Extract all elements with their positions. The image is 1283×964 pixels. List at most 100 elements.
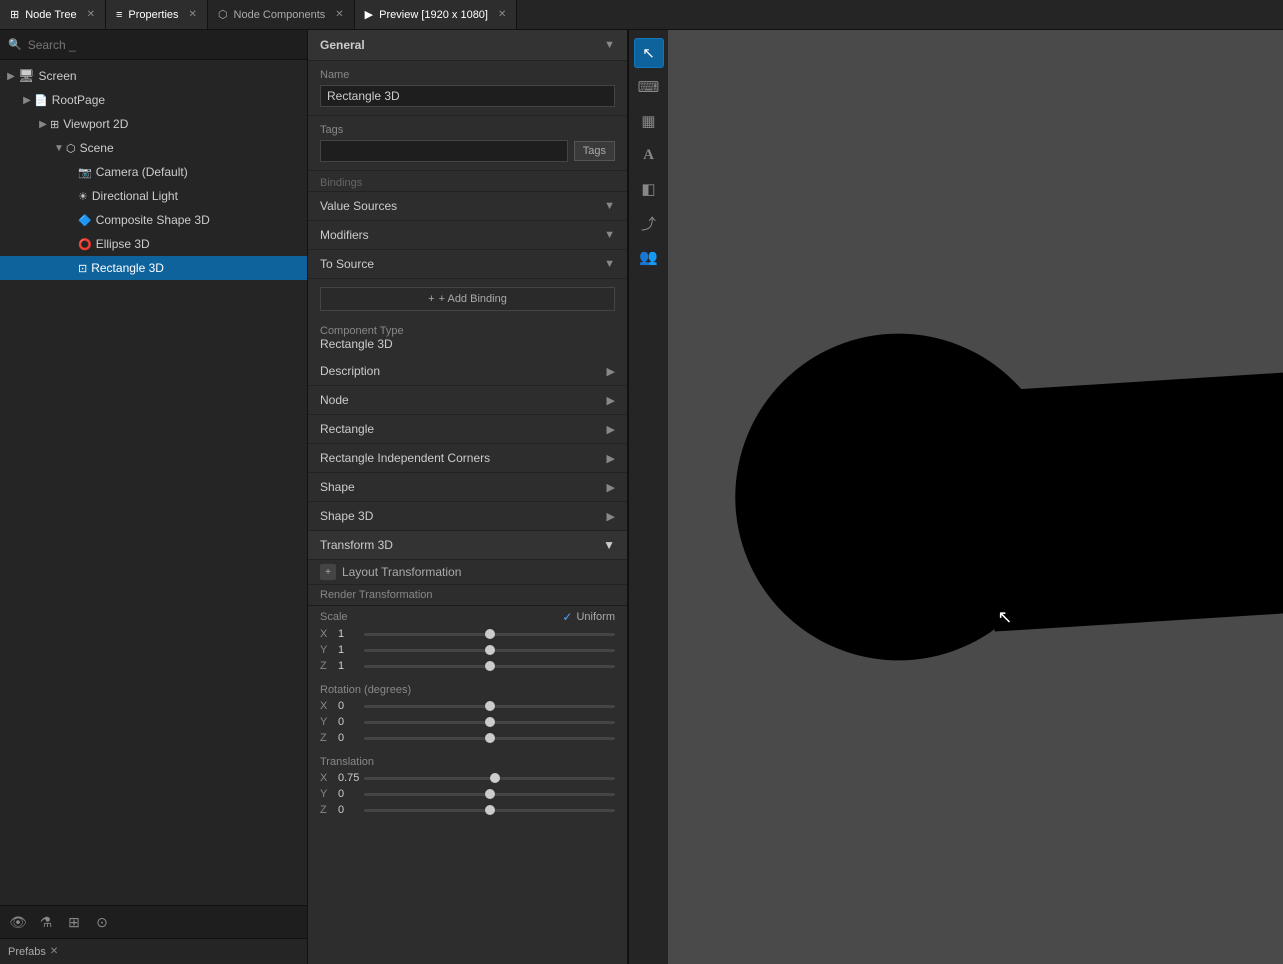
tree-item-rootpage[interactable]: ▶ 📄 RootPage — [0, 88, 307, 112]
rotation-y-val: 0 — [338, 716, 358, 728]
layout-transformation-label: Layout Transformation — [342, 565, 461, 579]
shape-row[interactable]: Shape ▶ — [308, 473, 627, 502]
modifiers-row[interactable]: Modifiers ▼ — [308, 221, 627, 250]
tab-node-components-close[interactable]: ✕ — [335, 9, 343, 20]
rectangle-row[interactable]: Rectangle ▶ — [308, 415, 627, 444]
scale-x-slider[interactable] — [364, 633, 615, 636]
search-input[interactable] — [28, 38, 299, 52]
left-panel-toolbar: 👁 ⚗ ⊞ ⊙ — [0, 905, 307, 938]
render-transformation-label: Render Transformation — [308, 585, 627, 606]
transform3d-label: Transform 3D — [320, 538, 393, 552]
translation-z-slider[interactable] — [364, 809, 615, 812]
scale-z-row: Z 1 — [308, 658, 627, 674]
shape-3d-row[interactable]: Shape 3D ▶ — [308, 502, 627, 531]
viewport2d-icon: ⊞ — [50, 118, 59, 131]
value-sources-row[interactable]: Value Sources ▼ — [308, 192, 627, 221]
scene-icon: ⬡ — [66, 142, 76, 155]
rectangle-independent-corners-label: Rectangle Independent Corners — [320, 451, 490, 465]
properties-icon: ≡ — [116, 9, 122, 21]
shape-arrow: ▶ — [607, 481, 615, 494]
rotation-x-slider[interactable] — [364, 705, 615, 708]
tags-btn[interactable]: Tags — [574, 141, 615, 161]
scale-y-label: Y — [320, 644, 332, 656]
rotation-y-slider[interactable] — [364, 721, 615, 724]
scale-y-val: 1 — [338, 644, 358, 656]
prefabs-tab[interactable]: Prefabs ✕ — [8, 946, 58, 958]
general-section-header[interactable]: General ▼ — [308, 30, 627, 61]
to-source-row[interactable]: To Source ▼ — [308, 250, 627, 279]
rectangle-label: Rectangle — [320, 422, 374, 436]
scale-y-slider[interactable] — [364, 649, 615, 652]
tab-node-tree-close[interactable]: ✕ — [87, 9, 95, 20]
node-row[interactable]: Node ▶ — [308, 386, 627, 415]
scale-label: Scale — [320, 611, 348, 623]
keyboard-tool-btn[interactable]: ⌨ — [634, 72, 664, 102]
uniform-check[interactable]: ✓ Uniform — [562, 610, 615, 624]
layout-transformation-btn[interactable]: + — [320, 564, 336, 580]
tree-item-rectangle-3d[interactable]: ⊡ Rectangle 3D — [0, 256, 307, 280]
tree-item-camera[interactable]: 📷 Camera (Default) — [0, 160, 307, 184]
search-bar: 🔍 — [0, 30, 307, 60]
rotation-label: Rotation (degrees) — [308, 678, 627, 698]
properties-scroll[interactable]: General ▼ Name Tags Tags Bindings — [308, 30, 627, 964]
table-tool-btn[interactable]: ▦ — [634, 106, 664, 136]
tree-item-screen[interactable]: ▶ 🖥 Screen — [0, 64, 307, 88]
shape-3d-label: Shape 3D — [320, 509, 373, 523]
tree-label-ellipse-3d: Ellipse 3D — [96, 237, 150, 251]
node-components-icon: ⬡ — [218, 8, 228, 21]
settings-btn[interactable]: ⊙ — [90, 910, 114, 934]
component-type-value: Rectangle 3D — [320, 337, 615, 351]
prefabs-close[interactable]: ✕ — [50, 946, 58, 957]
tree-label-rootpage: RootPage — [52, 93, 105, 107]
add-binding-btn[interactable]: + + Add Binding — [320, 287, 615, 311]
translation-x-val: 0.75 — [338, 772, 358, 784]
preview-svg — [668, 30, 1283, 964]
tree-item-scene[interactable]: ▼ ⬡ Scene — [0, 136, 307, 160]
tab-properties[interactable]: ≡ Properties ✕ — [106, 0, 208, 29]
translation-x-slider[interactable] — [364, 777, 615, 780]
composite-shape-3d-icon: 🔷 — [78, 214, 92, 227]
tab-properties-label: Properties — [128, 9, 178, 21]
rotation-z-slider[interactable] — [364, 737, 615, 740]
name-input[interactable] — [320, 85, 615, 107]
filter-btn[interactable]: ⚗ — [34, 910, 58, 934]
transform3d-header[interactable]: Transform 3D ▼ — [308, 531, 627, 560]
tree-item-composite-shape-3d[interactable]: 🔷 Composite Shape 3D — [0, 208, 307, 232]
tab-preview[interactable]: ▶ Preview [1920 x 1080] ✕ — [355, 0, 518, 29]
prefabs-label: Prefabs — [8, 946, 46, 958]
share-tool-btn[interactable]: ⤴ — [634, 208, 664, 238]
modifiers-label: Modifiers — [320, 228, 369, 242]
rotation-y-label: Y — [320, 716, 332, 728]
translation-label: Translation — [308, 750, 627, 770]
tree-item-ellipse-3d[interactable]: ⭕ Ellipse 3D — [0, 232, 307, 256]
rectangle-3d-icon: ⊡ — [78, 262, 87, 275]
rotation-y-row: Y 0 — [308, 714, 627, 730]
scale-z-slider[interactable] — [364, 665, 615, 668]
to-source-arrow: ▼ — [604, 258, 615, 270]
layers-tool-btn[interactable]: ◧ — [634, 174, 664, 204]
visibility-toggle-btn[interactable]: 👁 — [6, 910, 30, 934]
translation-y-slider[interactable] — [364, 793, 615, 796]
tags-input[interactable] — [320, 140, 568, 162]
tree-item-directional-light[interactable]: ☀ Directional Light — [0, 184, 307, 208]
tab-bar: ⊞ Node Tree ✕ ≡ Properties ✕ ⬡ Node Comp… — [0, 0, 1283, 30]
tab-node-components-label: Node Components — [234, 9, 326, 21]
tree-arrow-screen: ▶ — [4, 71, 18, 82]
tree-label-screen: Screen — [39, 69, 77, 83]
tab-preview-close[interactable]: ✕ — [498, 9, 506, 20]
text-tool-btn[interactable]: A — [634, 140, 664, 170]
users-tool-btn[interactable]: 👥 — [634, 242, 664, 272]
tab-node-components[interactable]: ⬡ Node Components ✕ — [208, 0, 355, 29]
rectangle-independent-corners-row[interactable]: Rectangle Independent Corners ▶ — [308, 444, 627, 473]
preview-canvas: ↖ — [668, 30, 1283, 964]
tab-properties-close[interactable]: ✕ — [189, 9, 197, 20]
value-sources-arrow: ▼ — [604, 200, 615, 212]
preview-area: ↖ ⌨ ▦ A ◧ ⤴ 👥 ↖ — [628, 30, 1283, 964]
rectangle-arrow: ▶ — [607, 423, 615, 436]
description-row[interactable]: Description ▶ — [308, 357, 627, 386]
cursor-tool-btn[interactable]: ↖ — [634, 38, 664, 68]
rotation-x-thumb — [485, 701, 495, 711]
grid-btn[interactable]: ⊞ — [62, 910, 86, 934]
tree-item-viewport2d[interactable]: ▶ ⊞ Viewport 2D — [0, 112, 307, 136]
tab-node-tree[interactable]: ⊞ Node Tree ✕ — [0, 0, 106, 29]
